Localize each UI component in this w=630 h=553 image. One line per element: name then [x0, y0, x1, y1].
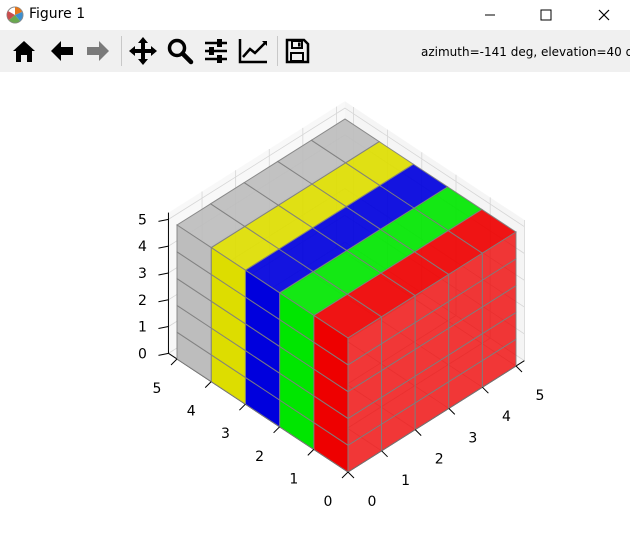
- z-tick-mark: [158, 245, 169, 249]
- pan-button[interactable]: [126, 34, 160, 68]
- z-tick-mark: [158, 272, 169, 276]
- forward-button[interactable]: [81, 34, 115, 68]
- home-button[interactable]: [7, 34, 41, 68]
- customize-button[interactable]: [236, 34, 270, 68]
- save-button[interactable]: [280, 34, 314, 68]
- left-axis-tick-label: 0: [324, 494, 333, 510]
- save-icon: [285, 38, 310, 64]
- right-axis-tick-label: 4: [502, 409, 511, 425]
- left-axis-tick-mark: [170, 358, 178, 366]
- z-tick-mark: [158, 326, 169, 330]
- status-readout: azimuth=-141 deg, elevation=40 deg: [421, 45, 630, 59]
- matplotlib-logo-icon: [6, 6, 24, 24]
- title-bar: Figure 1: [0, 0, 630, 30]
- right-axis-tick-mark: [381, 450, 388, 458]
- right-axis-tick-label: 3: [468, 430, 477, 446]
- maximize-button[interactable]: [523, 0, 569, 30]
- back-icon: [51, 41, 73, 61]
- figure-canvas[interactable]: 0 1 2 3 4 5 5 4 3 2 1 0 0 1 2 3 4 5: [0, 72, 630, 553]
- voxel-cube: [176, 118, 517, 473]
- left-axis-tick-label: 2: [255, 449, 264, 465]
- z-tick-label: 3: [138, 266, 147, 282]
- forward-icon: [87, 41, 109, 61]
- left-axis-tick-mark: [307, 449, 315, 456]
- right-axis-tick-mark: [515, 365, 523, 373]
- subplots-icon: [205, 39, 227, 63]
- minimize-icon: [485, 14, 495, 16]
- home-icon: [13, 41, 35, 62]
- z-tick-label: 1: [138, 320, 147, 336]
- left-axis-tick-mark: [341, 471, 349, 479]
- z-tick-label: 0: [138, 346, 147, 362]
- right-axis-tick-label: 5: [536, 388, 545, 404]
- left-axis-tick-mark: [273, 426, 280, 434]
- minimize-button[interactable]: [467, 0, 513, 30]
- pan-icon: [129, 37, 157, 65]
- z-tick-mark: [158, 218, 169, 222]
- left-axis-tick-mark: [239, 403, 246, 411]
- customize-icon: [238, 39, 267, 64]
- right-axis-tick-mark: [347, 471, 355, 479]
- left-axis-tick-label: 3: [221, 426, 230, 442]
- zoom-icon: [167, 38, 194, 65]
- z-tick-label: 4: [138, 239, 147, 255]
- z-tick-label: 2: [138, 293, 147, 309]
- window-title: Figure 1: [29, 6, 86, 22]
- right-axis-tick-mark: [448, 408, 456, 415]
- left-axis-tick-label: 4: [187, 404, 196, 420]
- right-axis-tick-mark: [482, 386, 489, 394]
- toolbar-separator: [121, 36, 122, 66]
- subplots-button[interactable]: [199, 34, 233, 68]
- z-tick-label: 5: [138, 212, 147, 228]
- toolbar-separator: [277, 36, 278, 66]
- right-axis-tick-label: 2: [435, 452, 444, 468]
- z-tick-mark: [158, 299, 169, 303]
- left-axis-tick-mark: [204, 381, 212, 388]
- zoom-button[interactable]: [163, 34, 197, 68]
- close-icon: [598, 9, 610, 21]
- left-axis-tick-label: 1: [289, 471, 298, 487]
- close-button[interactable]: [581, 0, 627, 30]
- right-axis-tick-label: 0: [368, 494, 377, 510]
- z-tick-mark: [158, 352, 169, 356]
- right-axis-tick-label: 1: [401, 473, 410, 489]
- maximize-icon: [540, 9, 552, 21]
- left-axis-tick-label: 5: [153, 381, 162, 397]
- back-button[interactable]: [45, 34, 79, 68]
- right-axis-tick-mark: [414, 429, 422, 436]
